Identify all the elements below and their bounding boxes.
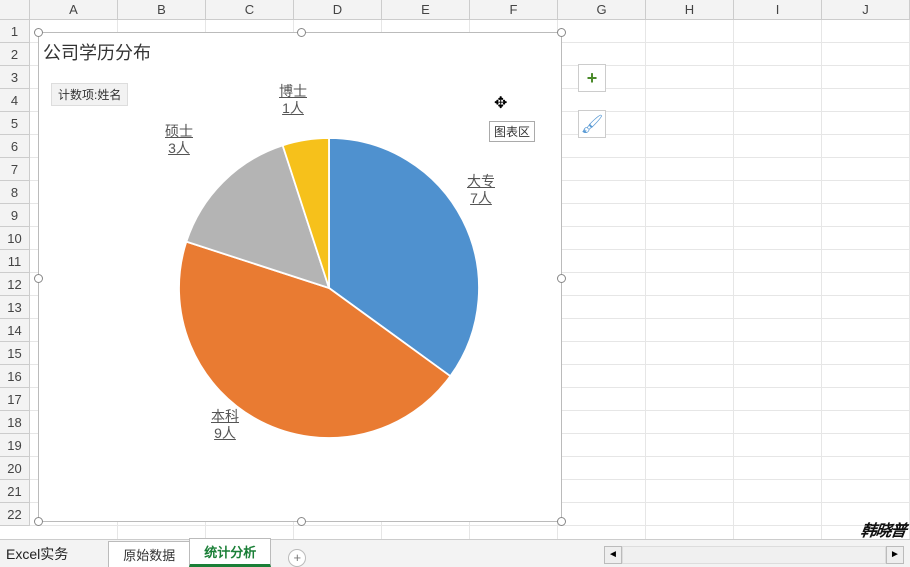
status-bar: Excel实务 原始数据 统计分析 + ◄ ► [0,539,910,567]
row-header[interactable]: 5 [0,112,30,135]
row-header[interactable]: 6 [0,135,30,158]
chart-container[interactable]: 公司学历分布 计数项:姓名 大专7人本科9人 硕士3人 博士1人 ✥ 图表区 [38,32,562,522]
row-header[interactable]: 22 [0,503,30,526]
row-header[interactable]: 15 [0,342,30,365]
slice-label: 博士1人 [279,83,307,117]
resize-handle[interactable] [34,274,43,283]
row-header[interactable]: 21 [0,480,30,503]
resize-handle[interactable] [297,517,306,526]
col-header[interactable]: D [294,0,382,19]
sheet-tab[interactable]: 原始数据 [108,541,190,567]
col-header[interactable]: J [822,0,910,19]
resize-handle[interactable] [557,274,566,283]
new-sheet-button[interactable]: + [288,549,306,567]
row-header[interactable]: 17 [0,388,30,411]
watermark: 韩晓普 [859,517,907,541]
slice-label: 本科9人 [211,408,239,442]
col-header[interactable]: I [734,0,822,19]
slice-label: 硕士3人 [165,123,193,157]
resize-handle[interactable] [34,517,43,526]
resize-handle[interactable] [557,28,566,37]
row-header[interactable]: 10 [0,227,30,250]
row-header[interactable]: 8 [0,181,30,204]
col-header[interactable]: E [382,0,470,19]
resize-handle[interactable] [34,28,43,37]
row-header[interactable]: 18 [0,411,30,434]
pie-chart[interactable] [179,138,479,438]
chart-title: 公司学历分布 [43,39,151,65]
footer-label: Excel实务 [6,544,68,564]
col-header[interactable]: B [118,0,206,19]
sheet-tabs: 原始数据 统计分析 + [108,541,306,567]
row-header-col: 12345678910111213141516171819202122 [0,20,30,526]
select-all-corner[interactable] [0,0,30,19]
col-header[interactable]: H [646,0,734,19]
row-header[interactable]: 13 [0,296,30,319]
move-cursor-icon: ✥ [494,93,507,113]
row-header[interactable]: 20 [0,457,30,480]
chart-tooltip: 图表区 [489,121,535,142]
horizontal-scrollbar[interactable]: ◄ ► [604,545,904,565]
row-header[interactable]: 4 [0,89,30,112]
row-header[interactable]: 14 [0,319,30,342]
row-header[interactable]: 1 [0,20,30,43]
row-header[interactable]: 16 [0,365,30,388]
column-header-row: A B C D E F G H I J K [0,0,910,20]
row-header[interactable]: 11 [0,250,30,273]
chart-elements-button[interactable]: + [578,64,606,92]
row-header[interactable]: 3 [0,66,30,89]
row-header[interactable]: 7 [0,158,30,181]
sheet-tab-active[interactable]: 统计分析 [189,538,271,567]
resize-handle[interactable] [297,28,306,37]
chart-styles-button[interactable]: 🖌 [578,110,606,138]
slice-label: 大专7人 [467,173,495,207]
scroll-left-button[interactable]: ◄ [604,546,622,564]
row-header[interactable]: 12 [0,273,30,296]
scroll-right-button[interactable]: ► [886,546,904,564]
row-header[interactable]: 19 [0,434,30,457]
resize-handle[interactable] [557,517,566,526]
col-header[interactable]: C [206,0,294,19]
col-header[interactable]: F [470,0,558,19]
col-header[interactable]: A [30,0,118,19]
col-header[interactable]: G [558,0,646,19]
row-header[interactable]: 2 [0,43,30,66]
scroll-track[interactable] [622,546,886,564]
row-header[interactable]: 9 [0,204,30,227]
chart-field-button[interactable]: 计数项:姓名 [51,83,128,106]
